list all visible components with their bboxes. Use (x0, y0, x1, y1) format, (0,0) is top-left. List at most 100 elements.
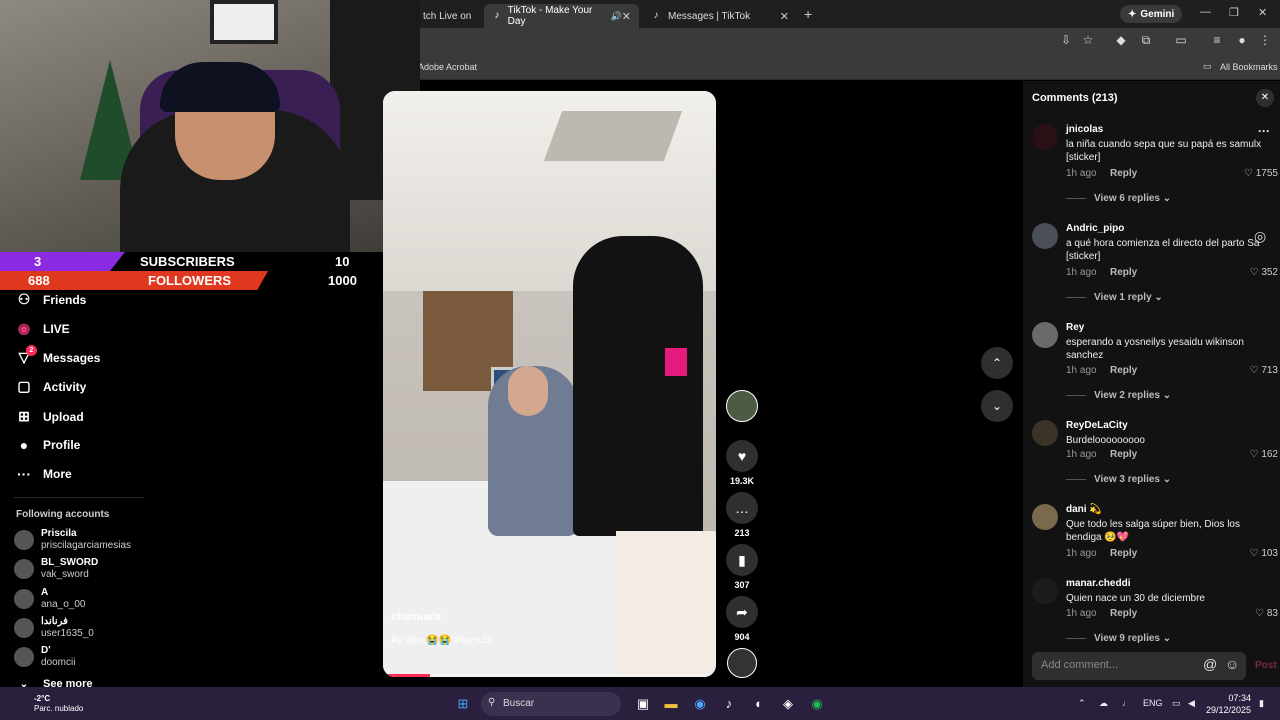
close-tab-icon[interactable]: ✕ (780, 10, 789, 23)
share-action[interactable]: ➦ 904 (726, 596, 758, 642)
tab-twitch[interactable]: tch Live on (415, 4, 485, 28)
comment-user[interactable]: jnicolas (1066, 124, 1103, 135)
comment-user[interactable]: manar.cheddi (1066, 578, 1130, 589)
see-translation-link[interactable]: See translation (391, 653, 458, 664)
install-icon[interactable]: ⇩ (1058, 33, 1074, 47)
video-player[interactable]: chamuelx Ay dios 😭😭 #samulx See translat… (383, 91, 716, 677)
new-tab-icon[interactable]: + (804, 6, 812, 22)
tab-tiktok[interactable]: ♪ TikTok - Make Your Day 🔊 ✕ (484, 4, 639, 28)
comment-user[interactable]: ReyDeLaCity (1066, 420, 1128, 431)
avatar[interactable] (1032, 578, 1058, 604)
volume-icon[interactable]: ◀ (1188, 698, 1195, 709)
media-icon[interactable]: ≡ (1209, 33, 1225, 47)
star-icon[interactable]: ☆ (1080, 33, 1096, 47)
sound-avatar[interactable] (727, 648, 757, 678)
language-indicator[interactable]: ENG (1143, 698, 1163, 708)
like-action[interactable]: ♥ 19.3K (726, 440, 758, 486)
bookmark-adobe[interactable]: Adobe Acrobat (418, 62, 477, 72)
mic-icon[interactable]: ♩ (1122, 698, 1131, 708)
avatar-icon[interactable]: ● (1234, 33, 1250, 47)
view-replies[interactable]: View 9 replies ⌄ (1066, 633, 1171, 644)
nav-live[interactable]: ◉ LIVE (14, 320, 70, 337)
extension-icon[interactable]: ◆ (1113, 33, 1129, 47)
restore-icon[interactable]: ❐ (1229, 6, 1239, 19)
reply-button[interactable]: Reply (1110, 267, 1137, 278)
video-username[interactable]: chamuelx (391, 611, 442, 623)
nav-profile[interactable]: ● Profile (14, 437, 81, 453)
view-replies[interactable]: View 3 replies ⌄ (1066, 474, 1171, 485)
reply-button[interactable]: Reply (1110, 449, 1137, 460)
like-comment[interactable]: ♡ 103 (1250, 548, 1278, 559)
avatar[interactable] (1032, 420, 1058, 446)
puzzle-icon[interactable]: ⧉ (1138, 33, 1154, 48)
spotify-icon[interactable]: ◉ (808, 695, 826, 713)
creator-avatar[interactable] (726, 390, 758, 422)
nav-more[interactable]: ··· More (14, 466, 72, 482)
save-action[interactable]: ▮ 307 (726, 544, 758, 590)
previous-video-button[interactable]: ⌃ (981, 347, 1013, 379)
nav-messages[interactable]: ▽ 2 Messages (14, 345, 100, 366)
like-comment[interactable]: ♡ 1755 (1244, 168, 1278, 179)
comment-icon[interactable]: … (726, 492, 758, 524)
task-view-icon[interactable]: ▣ (634, 695, 652, 713)
next-video-button[interactable]: ⌄ (981, 390, 1013, 422)
avatar[interactable] (1032, 322, 1058, 348)
notification-icon[interactable]: ▮ (1259, 698, 1264, 709)
minimize-icon[interactable]: — (1200, 6, 1211, 18)
menu-icon[interactable]: ⋮ (1257, 33, 1273, 47)
like-comment[interactable]: ♡ 83 (1255, 608, 1278, 619)
app-icon-2[interactable]: ◈ (779, 695, 797, 713)
close-tab-icon[interactable]: ✕ (622, 10, 631, 23)
nav-upload[interactable]: ⊞ Upload (14, 408, 84, 425)
all-bookmarks[interactable]: All Bookmarks (1220, 62, 1278, 72)
bookmark-icon[interactable]: ▮ (726, 544, 758, 576)
reply-button[interactable]: Reply (1110, 365, 1137, 376)
comment-options-icon[interactable]: ··· (1258, 124, 1270, 138)
following-account[interactable]: BL_SWORD vak_sword (14, 557, 98, 581)
reply-button[interactable]: Reply (1110, 608, 1137, 619)
comment-user[interactable]: dani 💫 (1066, 504, 1102, 515)
clock[interactable]: 07:34 29/12/2025 (1206, 692, 1251, 716)
tiktok-app-icon[interactable]: ♪ (720, 695, 738, 713)
view-replies[interactable]: View 2 replies ⌄ (1066, 390, 1171, 401)
tab-messages[interactable]: ♪ Messages | TikTok ✕ (642, 4, 797, 28)
avatar[interactable] (1032, 124, 1058, 150)
file-explorer-icon[interactable]: ▬ (662, 695, 680, 713)
comment-user[interactable]: Rey (1066, 322, 1084, 333)
video-progress[interactable] (383, 674, 716, 677)
comment-user[interactable]: Andric_pipo (1066, 223, 1124, 234)
following-account[interactable]: فرناندا user1635_0 (14, 616, 94, 640)
chrome-icon[interactable]: ◉ (691, 695, 709, 713)
weather-widget[interactable]: -2°C Parc. nublado (10, 694, 83, 714)
heart-icon[interactable]: ♥ (726, 440, 758, 472)
network-icon[interactable]: ▭ (1172, 698, 1181, 709)
speaker-icon[interactable]: 🔊 (611, 11, 622, 22)
nav-friends[interactable]: ⚇ Friends (14, 291, 87, 308)
app-icon[interactable]: ◐ (750, 695, 768, 713)
close-icon[interactable]: ✕ (1256, 89, 1274, 107)
close-window-icon[interactable]: ✕ (1258, 6, 1267, 19)
share-icon[interactable]: ➦ (726, 596, 758, 628)
chevron-up-icon[interactable]: ⌃ (1078, 698, 1086, 709)
post-button[interactable]: Post (1255, 660, 1277, 671)
reply-button[interactable]: Reply (1110, 168, 1137, 179)
emoji-icon[interactable]: ☺ (1225, 656, 1239, 672)
following-account[interactable]: Priscila priscilagarciamesias (14, 528, 131, 552)
cast-icon[interactable]: ▭ (1173, 33, 1189, 47)
reply-button[interactable]: Reply (1110, 548, 1137, 559)
avatar[interactable] (1032, 504, 1058, 530)
following-account[interactable]: Aana_o_00 (14, 587, 86, 611)
view-replies[interactable]: View 6 replies ⌄ (1066, 193, 1171, 204)
cloud-icon[interactable]: ☁ (1099, 698, 1108, 709)
mention-icon[interactable]: @ (1203, 656, 1217, 672)
comment-action[interactable]: … 213 (726, 492, 758, 538)
like-comment[interactable]: ♡ 352 (1250, 267, 1278, 278)
view-replies[interactable]: View 1 reply ⌄ (1066, 292, 1163, 303)
like-comment[interactable]: ♡ 162 (1250, 449, 1278, 460)
gemini-button[interactable]: ✦ Gemini (1120, 5, 1183, 23)
nav-activity[interactable]: ▢ Activity (14, 378, 86, 395)
like-comment[interactable]: ♡ 713 (1250, 365, 1278, 376)
avatar[interactable] (1032, 223, 1058, 249)
windows-start-icon[interactable]: ⊞ (454, 695, 472, 713)
following-account[interactable]: D' doomcii (14, 645, 75, 669)
